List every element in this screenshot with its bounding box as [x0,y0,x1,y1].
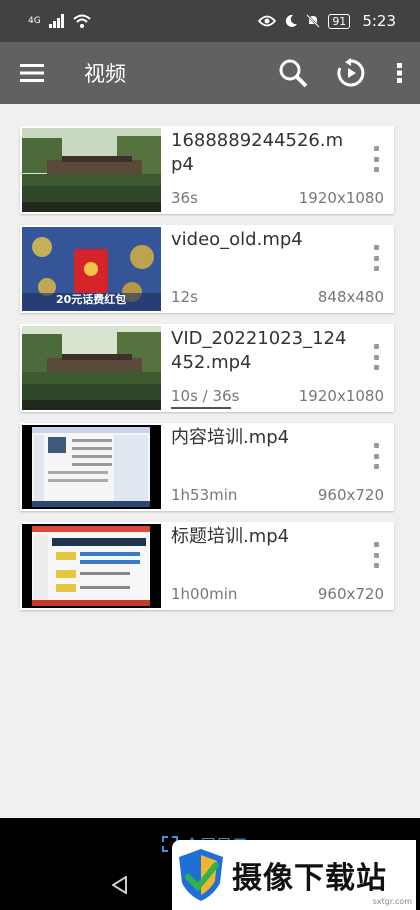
nav-back-button[interactable] [111,875,128,898]
item-more-button[interactable] [372,245,380,271]
moon-icon [286,14,298,27]
video-thumbnail: 20元话费红包 [22,227,161,311]
eye-icon [258,15,277,27]
battery-indicator: 91 [328,13,351,29]
video-item[interactable]: 20元话费红包 video_old.mp4 12s 848x480 [20,225,394,313]
overflow-menu-button[interactable] [380,42,420,104]
menu-icon [20,64,44,82]
playback-progress [171,407,231,409]
video-duration: 36s [171,189,198,207]
video-item[interactable]: 内容培训.mp4 1h53min 960x720 [20,423,394,511]
menu-button[interactable] [0,42,64,104]
refresh-button[interactable] [322,42,380,104]
video-name: VID_20221023_124452.mp4 [171,328,347,373]
bell-off-icon [306,14,321,28]
item-more-button[interactable] [372,146,380,172]
wifi-icon [73,14,91,28]
video-duration: 10s / 36s [171,387,240,405]
video-duration: 1h00min [171,585,238,603]
network-label: 4G [28,16,41,26]
item-more-button[interactable] [372,542,380,568]
video-name: 1688889244526.mp4 [171,130,344,175]
video-resolution: 1920x1080 [298,387,384,405]
video-thumbnail [22,128,161,212]
video-name: 内容培训.mp4 [171,427,290,448]
status-bar: 4G 91 5:23 [0,0,420,42]
toolbar: 视频 [0,42,420,104]
shield-logo-icon [179,849,223,901]
video-name: video_old.mp4 [171,229,303,250]
video-duration: 12s [171,288,198,306]
video-resolution: 1920x1080 [298,189,384,207]
watermark-url: sxtgr.com [372,897,412,906]
watermark-text: 摄像下载站 [232,861,387,896]
video-item[interactable]: VID_20221023_124452.mp4 10s / 36s 1920x1… [20,324,394,412]
watermark: 摄像下载站 sxtgr.com [172,840,416,910]
video-thumbnail [22,326,161,410]
item-more-button[interactable] [372,344,380,370]
signal-icon [48,14,64,28]
video-item[interactable]: 1688889244526.mp4 36s 1920x1080 [20,126,394,214]
video-thumbnail [22,425,161,509]
refresh-play-icon [337,58,365,87]
clock: 5:23 [362,12,396,30]
video-resolution: 848x480 [317,288,384,306]
video-name: 标题培训.mp4 [171,526,290,547]
search-button[interactable] [264,42,322,104]
video-resolution: 960x720 [317,585,384,603]
page-title: 视频 [84,62,126,86]
more-vert-icon [397,63,402,83]
video-resolution: 960x720 [317,486,384,504]
thumbnail-caption: 20元话费红包 [56,293,127,306]
video-item[interactable]: 标题培训.mp4 1h00min 960x720 [20,522,394,610]
search-icon [279,59,308,88]
video-list: 1688889244526.mp4 36s 1920x1080 20元话费红包 … [20,126,394,621]
video-thumbnail [22,524,161,608]
item-more-button[interactable] [372,443,380,469]
video-duration: 1h53min [171,486,238,504]
back-triangle-icon [111,875,127,895]
